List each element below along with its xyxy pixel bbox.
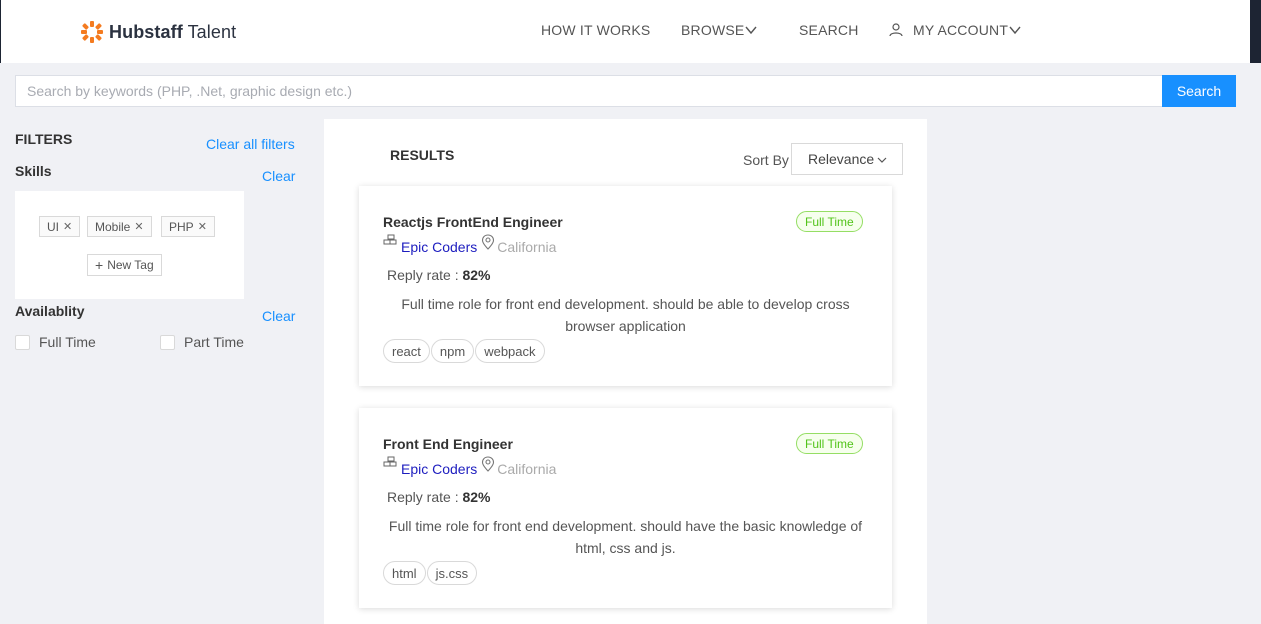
dark-edge-strip [1250,0,1261,63]
job-description: Full time role for front end development… [401,296,850,334]
company-link[interactable]: Epic Coders [401,239,477,255]
sort-select-value: Relevance [808,151,875,167]
logo-text: Hubstaff Talent [109,21,237,42]
skill-tag-label: UI [47,219,59,234]
close-icon[interactable]: ✕ [63,220,72,233]
plus-icon: + [95,257,104,273]
job-skills: html js.css [383,561,478,585]
search-input[interactable] [15,75,1163,107]
skills-tag-box: UI ✕ Mobile ✕ PHP ✕ + New Tag [15,191,244,299]
part-time-label: Part Time [184,334,244,350]
job-description: Full time role for front end development… [388,518,863,556]
skill-tag-mobile: Mobile ✕ [87,216,152,237]
skill-chip[interactable]: webpack [475,339,545,363]
nav-browse-label: BROWSE [681,22,745,38]
reply-rate: Reply rate : 82% [387,489,491,505]
new-tag-label: New Tag [107,258,154,272]
logo[interactable]: Hubstaff Talent [80,20,236,44]
job-location: California [497,461,557,477]
results-title: RESULTS [390,147,455,163]
full-time-checkbox[interactable] [15,334,30,350]
skill-tag-php: PHP ✕ [161,216,215,237]
close-icon[interactable]: ✕ [134,220,143,233]
user-icon [889,23,903,37]
job-type-badge: Full Time [796,433,863,454]
skill-chip[interactable]: react [383,339,430,363]
job-type-badge: Full Time [796,211,863,232]
nav-search[interactable]: SEARCH [799,22,859,38]
job-card[interactable]: Reactjs FrontEnd Engineer Full Time Epic… [359,186,892,386]
skill-chip[interactable]: html [383,561,426,585]
skill-tag-label: Mobile [95,219,131,234]
company-icon [383,456,397,467]
chevron-down-icon [745,26,757,35]
search-button[interactable]: Search [1162,75,1236,107]
close-icon[interactable]: ✕ [198,220,207,233]
job-title[interactable]: Reactjs FrontEnd Engineer [383,214,563,230]
nav-search-label: SEARCH [799,22,859,38]
reply-rate: Reply rate : 82% [387,267,491,283]
nav-my-account[interactable]: MY ACCOUNT [889,22,1021,38]
job-card[interactable]: Front End Engineer Full Time Epic Coders… [359,408,892,608]
company-icon [383,234,397,245]
company-link[interactable]: Epic Coders [401,461,477,477]
company-row: Epic Coders California [383,453,556,477]
filters-title: FILTERS [15,131,73,147]
job-skills: react npm webpack [383,339,546,363]
sort-by-label: Sort By [743,152,789,168]
skills-clear-link[interactable]: Clear [262,168,295,184]
chevron-down-icon [877,157,887,163]
clear-all-filters-link[interactable]: Clear all filters [206,136,295,152]
chevron-down-icon [1009,26,1021,35]
sort-select[interactable]: Relevance [791,143,903,175]
company-row: Epic Coders California [383,231,556,255]
nav-how-it-works-label: HOW IT WORKS [541,22,651,38]
job-title[interactable]: Front End Engineer [383,436,513,452]
skills-title: Skills [15,163,52,179]
hubstaff-logo-icon [81,21,103,43]
part-time-checkbox-row[interactable]: Part Time [160,334,244,350]
availability-clear-link[interactable]: Clear [262,308,295,324]
full-time-label: Full Time [39,334,96,350]
skill-tag-ui: UI ✕ [39,216,81,237]
availability-title: Availablity [15,303,85,319]
full-time-checkbox-row[interactable]: Full Time [15,334,96,350]
skill-chip[interactable]: npm [430,339,475,363]
location-pin-icon [482,456,495,472]
top-header: Hubstaff Talent HOW IT WORKS BROWSE SEAR… [0,0,1250,63]
nav-my-account-label: MY ACCOUNT [913,22,1009,38]
skill-tag-label: PHP [169,219,194,234]
part-time-checkbox[interactable] [160,334,175,350]
nav-browse[interactable]: BROWSE [681,22,757,38]
new-tag-button[interactable]: + New Tag [87,254,162,276]
nav-how-it-works[interactable]: HOW IT WORKS [541,22,650,38]
skill-chip[interactable]: js.css [426,561,478,585]
job-location: California [497,239,557,255]
location-pin-icon [482,234,495,250]
